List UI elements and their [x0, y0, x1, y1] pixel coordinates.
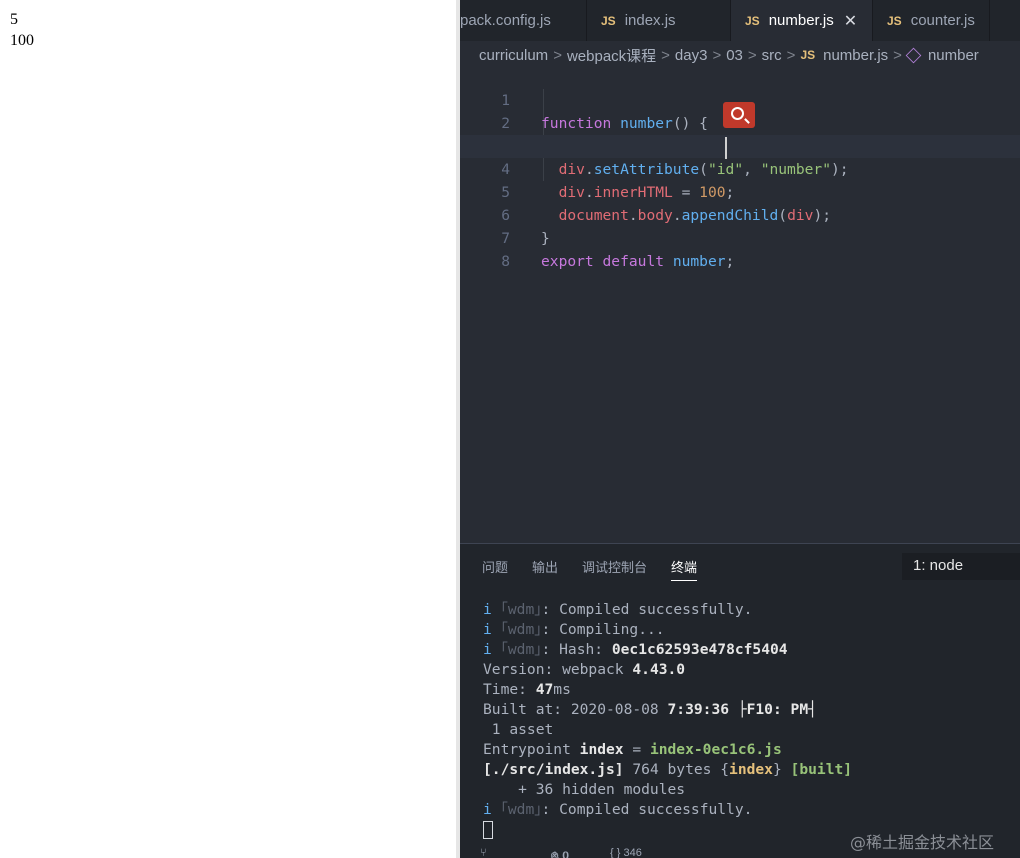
tab-label: index.js [624, 12, 676, 29]
breadcrumb-item[interactable]: 03 [726, 47, 743, 64]
terminal-line: i ｢wdm｣: Compiled successfully. [483, 801, 753, 818]
breadcrumb-item[interactable]: src [762, 47, 782, 64]
code-line: 1 function number() { [460, 66, 1020, 132]
panel-tabs: 问题 输出 调试控制台 终端 [482, 557, 721, 581]
terminal-cursor [483, 821, 493, 839]
js-file-icon: JS [745, 13, 760, 28]
code-line: 8 [460, 227, 1020, 270]
tab-output[interactable]: 输出 [532, 557, 558, 581]
code-line-current: 4 div.innerHTML = 100; [460, 135, 1020, 201]
breadcrumb-item[interactable]: curriculum [479, 47, 548, 64]
status-position[interactable]: { } 346 [610, 847, 642, 858]
browser-viewport: 5 100 [0, 0, 458, 858]
code-line: 6 } [460, 181, 1020, 247]
chevron-right-icon: > [893, 46, 902, 64]
terminal-line: + 36 hidden modules [483, 781, 686, 798]
line-number: 8 [501, 253, 510, 270]
tab-label: pack.config.js [460, 12, 551, 29]
breadcrumb-file[interactable]: number.js [823, 47, 888, 64]
terminal-line: 1 asset [483, 721, 554, 738]
code-line: 5 document.body.appendChild(div); [460, 158, 1020, 224]
editor-tabs: pack.config.js JS index.js JS number.js … [460, 0, 1020, 41]
breadcrumb: curriculum > webpack课程 > day3 > 03 > src… [479, 44, 979, 66]
breadcrumb-item[interactable]: webpack课程 [567, 45, 656, 66]
terminal-line: Entrypoint index = index-0ec1c6.js [483, 741, 782, 758]
chevron-right-icon: > [553, 46, 562, 64]
close-icon[interactable]: ✕ [844, 11, 857, 31]
terminal-line: i ｢wdm｣: Hash: 0ec1c62593e478cf5404 [483, 641, 788, 658]
terminal-line: i ｢wdm｣: Compiled successfully. [483, 601, 753, 618]
text-cursor [725, 137, 727, 159]
code-area[interactable]: 1 function number() { 2 var div = docume… [460, 66, 1020, 270]
chevron-right-icon: > [747, 46, 757, 64]
terminal-output[interactable]: i ｢wdm｣: Compiled successfully. i ｢wdm｣: … [483, 600, 852, 840]
chevron-right-icon: > [661, 46, 670, 64]
tab-label: number.js [768, 12, 834, 29]
code-editor: pack.config.js JS index.js JS number.js … [460, 0, 1020, 858]
search-icon [731, 107, 744, 120]
terminal-line: [./src/index.js] 764 bytes {index} [buil… [483, 761, 853, 778]
search-overlay-button[interactable] [723, 102, 755, 128]
source-control-icon[interactable]: ⑂ [480, 847, 487, 858]
js-file-icon: JS [601, 13, 616, 28]
warning-count: ⚠ 0 [550, 850, 570, 858]
tab-number-js[interactable]: JS number.js ✕ [731, 0, 873, 41]
code-text: export default number; [541, 253, 735, 270]
code-line: 7 export default number; [460, 204, 1020, 270]
tab-webpack-config[interactable]: pack.config.js [460, 0, 587, 41]
output-line-count: 5 [10, 11, 18, 28]
breadcrumb-symbol[interactable]: number [928, 47, 979, 64]
js-file-icon: JS [887, 13, 902, 28]
js-file-icon: JS [800, 48, 816, 62]
terminal-line: i ｢wdm｣: Compiling... [483, 621, 665, 638]
chevron-right-icon: > [786, 46, 796, 64]
tab-problems[interactable]: 问题 [482, 557, 508, 581]
symbol-method-icon [905, 47, 922, 63]
terminal-line: Built at: 2020-08-08 7:39:36 ├F10: PM┤ [483, 701, 817, 718]
terminal-line: Version: webpack 4.43.0 [483, 661, 686, 678]
output-line-number: 100 [10, 32, 34, 49]
bottom-panel: 问题 输出 调试控制台 终端 1: node i ｢wdm｣: Compiled… [460, 543, 1020, 858]
terminal-select[interactable]: 1: node [902, 553, 1020, 580]
terminal-prompt [483, 820, 852, 840]
tab-debug-console[interactable]: 调试控制台 [582, 557, 647, 581]
tab-label: counter.js [910, 12, 975, 29]
chevron-right-icon: > [712, 46, 722, 64]
watermark: @稀土掘金技术社区 [850, 833, 995, 852]
breadcrumb-item[interactable]: day3 [675, 47, 708, 64]
terminal-line: Time: 47ms [483, 681, 571, 698]
tab-terminal[interactable]: 终端 [671, 557, 698, 581]
tab-counter-js[interactable]: JS counter.js [873, 0, 990, 41]
tab-index-js[interactable]: JS index.js [587, 0, 731, 41]
